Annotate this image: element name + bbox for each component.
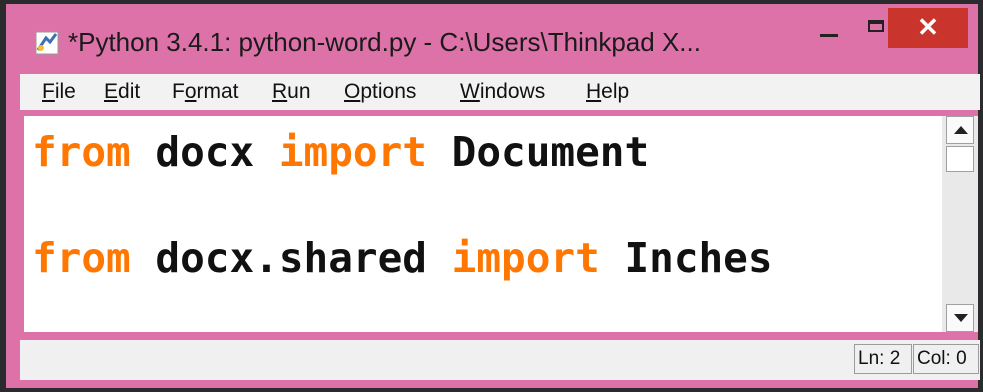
code-editor[interactable]: from docx import Document from docx.shar… — [24, 116, 942, 332]
python-app-icon[interactable] — [34, 30, 60, 56]
close-icon: ✕ — [917, 12, 939, 42]
status-bar: Ln: 2 Col: 0 — [20, 340, 980, 380]
scroll-down-arrow-icon[interactable] — [946, 304, 974, 332]
menu-file[interactable]: File — [42, 78, 76, 106]
menu-options[interactable]: Options — [344, 78, 416, 106]
menu-format[interactable]: Format — [172, 78, 239, 106]
menu-windows[interactable]: Windows — [460, 78, 545, 106]
idle-editor-window: *Python 3.4.1: python-word.py - C:\Users… — [6, 4, 980, 388]
title-bar[interactable]: *Python 3.4.1: python-word.py - C:\Users… — [6, 4, 978, 68]
menu-bar: File Edit Format Run Options Windows Hel… — [20, 74, 980, 110]
close-button[interactable]: ✕ — [888, 8, 968, 48]
column-number-status: Col: 0 — [913, 344, 979, 374]
code-line-2: from docx.shared import Inches — [32, 234, 773, 282]
scroll-up-arrow-icon[interactable] — [946, 116, 974, 144]
scroll-thumb[interactable] — [946, 146, 974, 172]
window-title: *Python 3.4.1: python-word.py - C:\Users… — [68, 27, 701, 57]
vertical-scrollbar[interactable] — [942, 116, 978, 332]
line-number-status: Ln: 2 — [854, 344, 912, 374]
menu-help[interactable]: Help — [586, 78, 629, 106]
menu-edit[interactable]: Edit — [104, 78, 140, 106]
code-line-1: from docx import Document — [32, 128, 650, 176]
minimize-button[interactable] — [806, 8, 854, 52]
menu-run[interactable]: Run — [272, 78, 311, 106]
